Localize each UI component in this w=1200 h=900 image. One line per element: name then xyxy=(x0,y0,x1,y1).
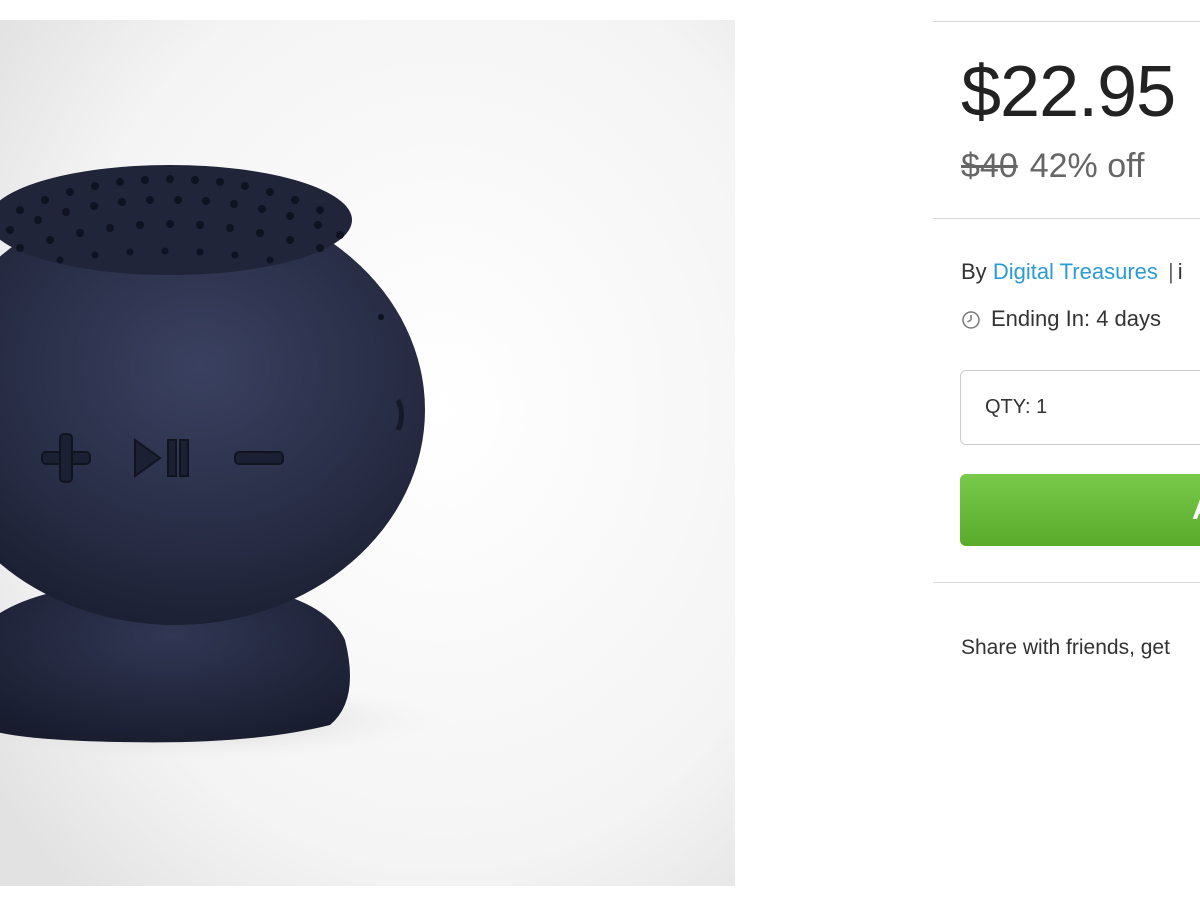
price-comparison: $40 42% off xyxy=(961,146,1144,186)
vendor-trailing: i xyxy=(1177,259,1183,284)
ending-text: Ending In: 4 days xyxy=(991,306,1162,331)
product-image xyxy=(0,20,735,886)
sale-price: $22.95 xyxy=(961,52,1176,132)
product-page: $22.95 $40 42% off By Digital Treasures |… xyxy=(0,0,1200,900)
vendor-separator: | xyxy=(1168,259,1174,284)
top-divider xyxy=(933,21,1200,22)
original-price: $40 xyxy=(961,147,1018,185)
vendor-prefix: By xyxy=(961,259,987,284)
price-divider xyxy=(933,218,1200,219)
share-divider xyxy=(933,582,1200,583)
ending-timer: Ending In: 4 days xyxy=(961,305,1161,333)
quantity-select[interactable]: QTY: 1 xyxy=(960,370,1200,445)
vendor-line: By Digital Treasures | i xyxy=(961,258,1183,286)
clock-icon xyxy=(961,309,981,329)
vendor-link[interactable]: Digital Treasures xyxy=(993,259,1158,284)
share-text: Share with friends, get xyxy=(961,636,1170,659)
add-to-cart-button[interactable]: A xyxy=(960,474,1200,546)
discount-label: 42% off xyxy=(1029,147,1145,185)
